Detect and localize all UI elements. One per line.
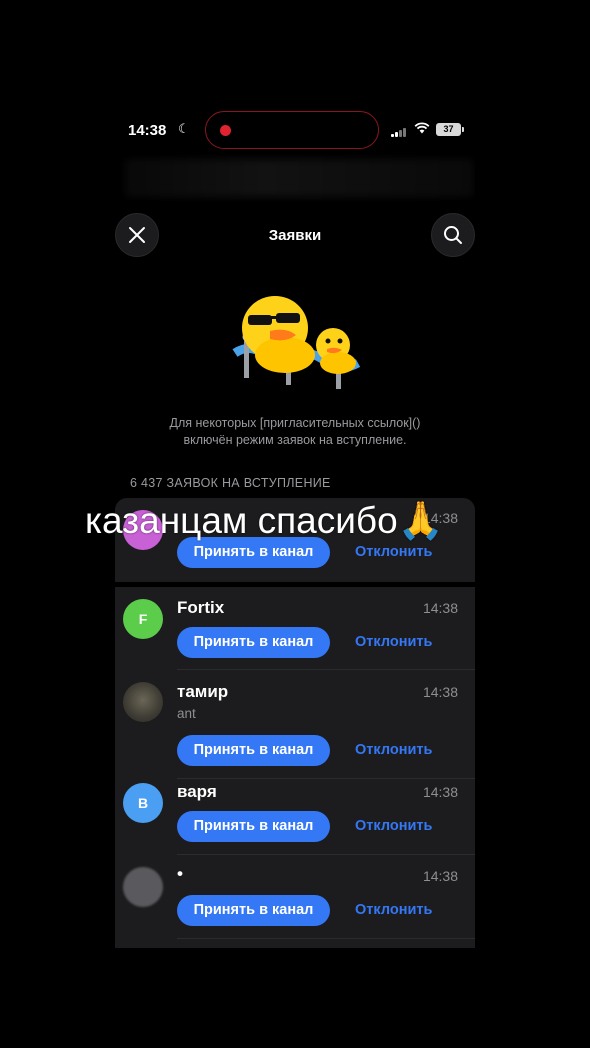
decline-button[interactable]: Отклонить	[355, 634, 432, 650]
info-text: Для некоторых [пригласительных ссылок]()…	[125, 415, 465, 449]
info-line-1: Для некоторых [пригласительных ссылок]()	[169, 416, 421, 430]
page-title: Заявки	[268, 227, 322, 244]
decline-button[interactable]: Отклонить	[355, 544, 432, 560]
request-time: 14:38	[422, 684, 458, 700]
moon-icon: ☾	[178, 121, 190, 136]
avatar[interactable]	[123, 682, 163, 722]
request-time: 14:38	[422, 784, 458, 800]
search-icon	[444, 226, 462, 244]
user-name[interactable]: варя	[177, 782, 217, 802]
info-line-2: включён режим заявок на вступление.	[183, 433, 407, 447]
divider	[177, 778, 475, 779]
avatar[interactable]: В	[123, 783, 163, 823]
avatar-initial: F	[138, 611, 148, 627]
request-time: 14:38	[422, 868, 458, 884]
wifi-icon	[414, 121, 430, 137]
overlay-caption: казанцам спасибо🙏	[85, 500, 444, 541]
decline-button[interactable]: Отклонить	[355, 818, 432, 834]
request-time: 14:38	[422, 600, 458, 616]
decline-button[interactable]: Отклонить	[355, 742, 432, 758]
user-name[interactable]: Fortix	[177, 598, 224, 618]
requests-count-header: 6 437 ЗАЯВОК НА ВСТУПЛЕНИЕ	[130, 476, 331, 490]
accept-button[interactable]: Принять в канал	[177, 895, 330, 926]
blurred-channel-title	[125, 159, 473, 197]
search-button[interactable]	[431, 213, 475, 257]
accept-button[interactable]: Принять в канал	[177, 811, 330, 842]
user-name[interactable]: •	[177, 864, 183, 884]
recording-dot-icon	[220, 125, 231, 136]
avatar-initial: В	[137, 795, 149, 811]
decline-button[interactable]: Отклонить	[355, 902, 432, 918]
dynamic-island	[205, 111, 379, 149]
signal-icon	[391, 127, 409, 137]
battery-indicator: 37	[436, 123, 464, 136]
divider	[177, 854, 475, 855]
status-time: 14:38	[128, 122, 167, 139]
accept-button[interactable]: Принять в канал	[177, 735, 330, 766]
divider	[177, 669, 475, 670]
accept-button[interactable]: Принять в канал	[177, 627, 330, 658]
requests-list: F Fortix 14:38 Принять в канал Отклонить…	[115, 587, 475, 948]
duck-sticker-icon	[232, 296, 360, 389]
user-subtitle: ant	[177, 706, 196, 721]
avatar[interactable]: F	[123, 599, 163, 639]
divider	[177, 938, 475, 939]
avatar[interactable]	[123, 867, 163, 907]
user-name[interactable]: тамир	[177, 682, 228, 702]
